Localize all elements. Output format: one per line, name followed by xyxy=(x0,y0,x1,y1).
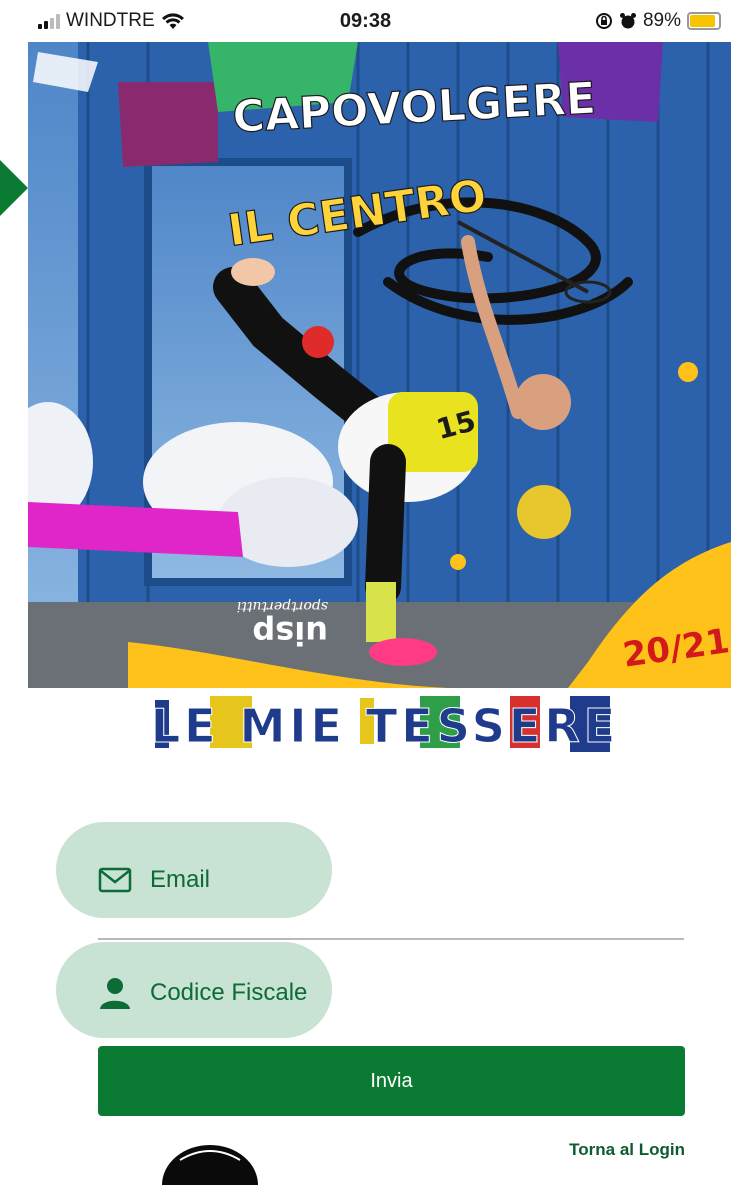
back-to-login-link[interactable]: Torna al Login xyxy=(569,1140,685,1160)
user-icon xyxy=(100,978,130,1009)
status-right: 89% xyxy=(595,10,721,32)
email-field[interactable]: Email xyxy=(98,866,210,894)
rotation-lock-icon xyxy=(595,13,612,29)
status-bar: WINDTRE 09:38 89% xyxy=(0,0,731,42)
battery-percent: 89% xyxy=(642,10,681,31)
campaign-poster: CAPOVOLGERE IL CENTRO 15 20/21 uisp spor… xyxy=(28,42,731,688)
side-arrow-icon xyxy=(0,160,28,216)
email-underline xyxy=(98,938,684,940)
battery-icon xyxy=(687,12,721,30)
alarm-icon xyxy=(619,13,636,29)
envelope-icon xyxy=(98,867,132,893)
poster-art: CAPOVOLGERE IL CENTRO 15 20/21 uisp spor… xyxy=(28,42,731,688)
email-label: Email xyxy=(150,866,211,893)
uisp-brand: uisp xyxy=(252,614,328,652)
app-title-graphic: LE MIE TESSERE xyxy=(150,696,619,754)
uisp-tagline: sportpertutti xyxy=(237,598,328,614)
codice-fiscale-field[interactable]: Codice Fiscale xyxy=(98,976,307,1010)
submit-button[interactable]: Invia xyxy=(98,1046,685,1116)
codice-fiscale-label: Codice Fiscale xyxy=(150,979,308,1006)
app-title: LE MIE TESSERE xyxy=(151,699,619,753)
footer-logo xyxy=(160,1140,260,1185)
